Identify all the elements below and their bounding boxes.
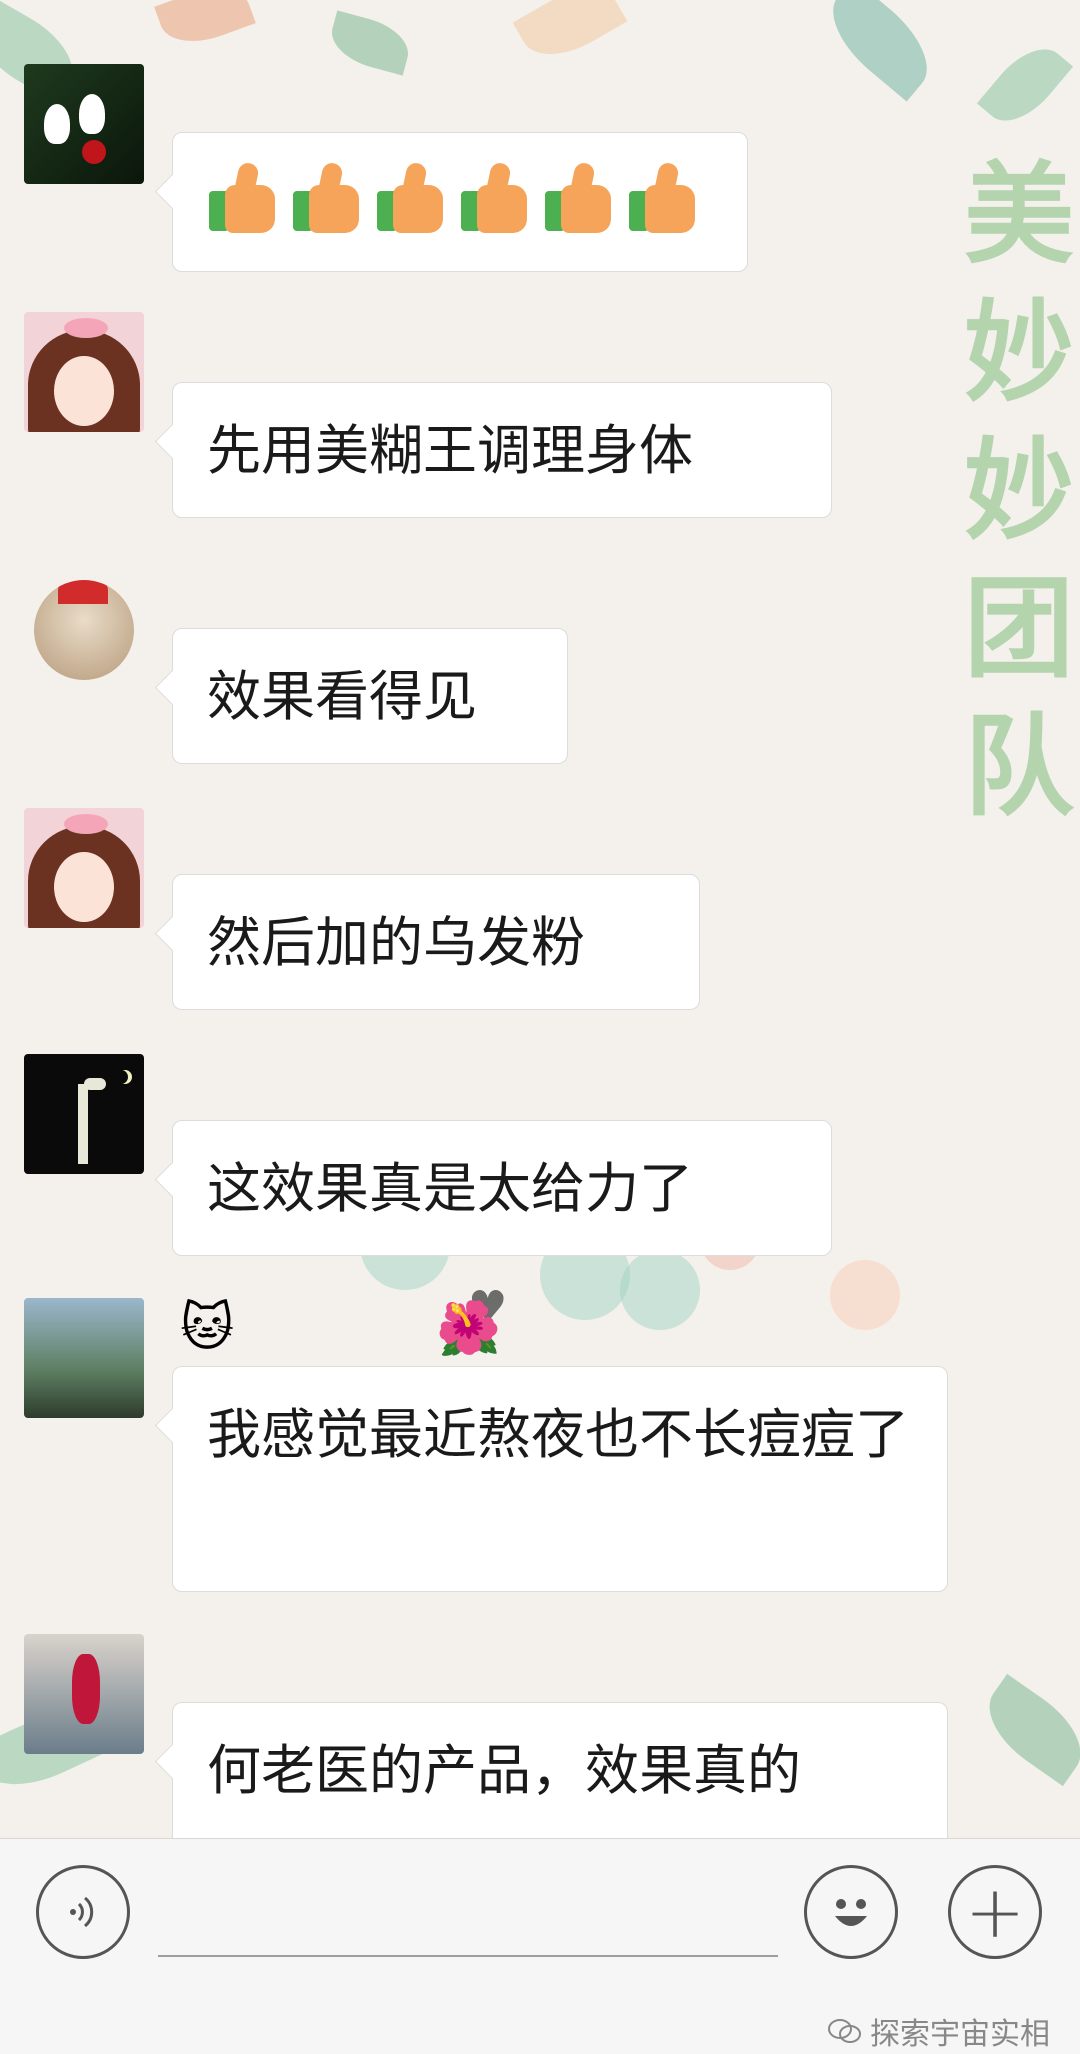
message-text: 这效果真是太给力了 bbox=[207, 1157, 693, 1220]
avatar[interactable] bbox=[24, 1634, 144, 1754]
emoji-button[interactable] bbox=[804, 1865, 898, 1959]
message-text: 然后加的乌发粉 bbox=[207, 911, 585, 974]
wechat-icon bbox=[828, 2019, 861, 2043]
cat-emoji-icon: 🐱 bbox=[180, 1298, 235, 1358]
thumbs-up-icon bbox=[377, 161, 447, 237]
thumbs-up-icon bbox=[209, 161, 279, 237]
input-bar: + 探索宇宙实相 bbox=[0, 1838, 1080, 2054]
voice-button[interactable] bbox=[36, 1865, 130, 1959]
message-bubble[interactable] bbox=[172, 132, 748, 272]
message-bubble[interactable]: 这效果真是太给力了 bbox=[172, 1120, 832, 1256]
voice-icon bbox=[70, 1896, 94, 1928]
watermark: 探索宇宙实相 bbox=[828, 2009, 1050, 2053]
plus-icon: + bbox=[964, 1870, 1026, 1954]
avatar[interactable] bbox=[24, 1298, 144, 1418]
message-bubble[interactable]: 然后加的乌发粉 bbox=[172, 874, 700, 1010]
thumbs-up-icon bbox=[293, 161, 363, 237]
watermark-text: 探索宇宙实相 bbox=[870, 2017, 1050, 2052]
thumbs-up-icon bbox=[629, 161, 699, 237]
smiley-icon bbox=[835, 1899, 867, 1926]
message-text: 何老医的产品，效果真的 bbox=[207, 1739, 801, 1802]
thumbs-up-icon bbox=[545, 161, 615, 237]
message-bubble[interactable]: 效果看得见 bbox=[172, 628, 568, 764]
message-text: 效果看得见 bbox=[207, 665, 477, 728]
message-text: 先用美糊王调理身体 bbox=[207, 419, 693, 482]
plus-button[interactable]: + bbox=[948, 1865, 1042, 1959]
avatar[interactable] bbox=[34, 580, 134, 680]
thumbs-up-icon bbox=[461, 161, 531, 237]
avatar[interactable] bbox=[24, 808, 144, 928]
message-bubble[interactable]: 我感觉最近熬夜也不长痘痘了 bbox=[172, 1366, 948, 1592]
message-bubble[interactable]: 先用美糊王调理身体 bbox=[172, 382, 832, 518]
message-text: 我感觉最近熬夜也不长痘痘了 bbox=[207, 1403, 909, 1466]
avatar[interactable] bbox=[24, 64, 144, 184]
thumbs-up-row bbox=[209, 161, 711, 237]
message-input[interactable] bbox=[158, 1955, 778, 1957]
avatar[interactable] bbox=[24, 312, 144, 432]
avatar[interactable] bbox=[24, 1054, 144, 1174]
background-title: 美 妙 妙 团 队 bbox=[964, 150, 1074, 831]
flower-emoji-icon: 🌺 bbox=[436, 1299, 501, 1359]
